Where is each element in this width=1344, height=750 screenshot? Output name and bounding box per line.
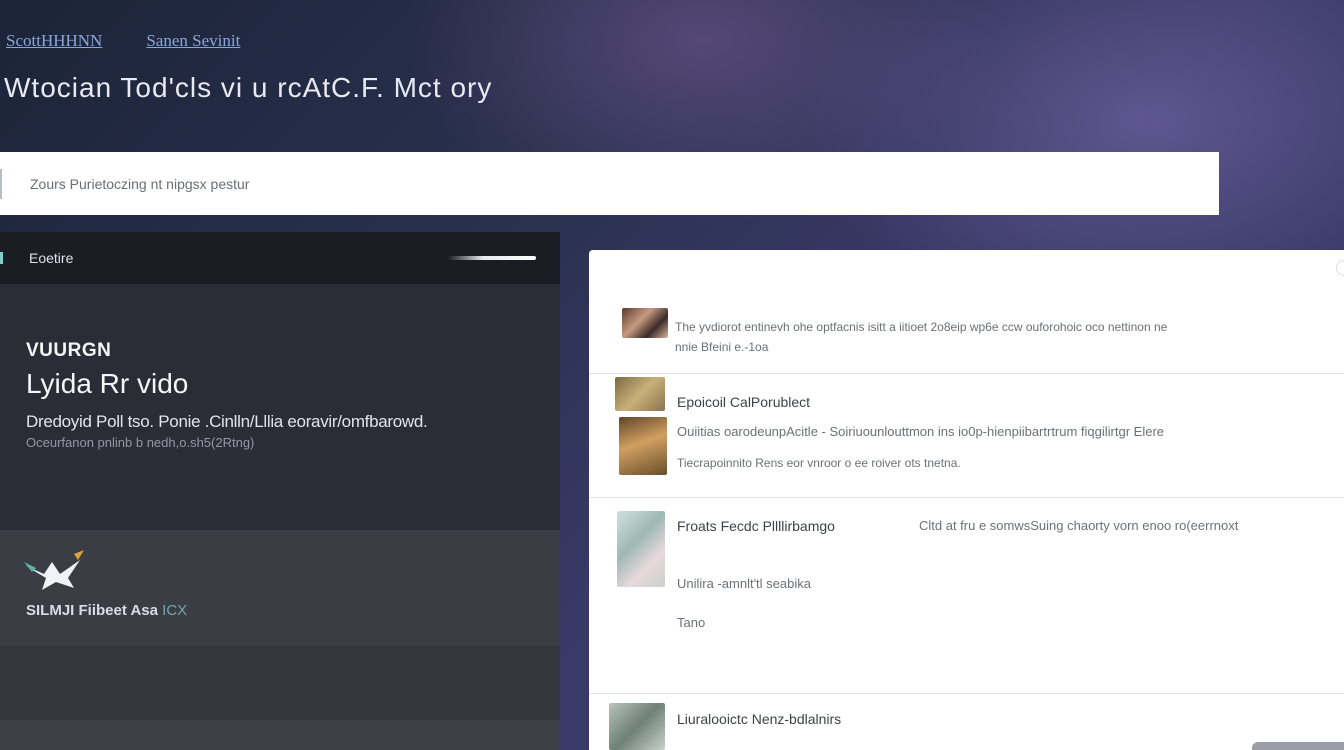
featured-panel: Eoetire VUURGN Lyida Rr vido Dredoyid Po…: [0, 232, 560, 750]
featured-card[interactable]: VUURGN Lyida Rr vido Dredoyid Poll tso. …: [0, 284, 560, 530]
header-slider-handle[interactable]: [448, 256, 536, 260]
featured-description: Dredoyid Poll tso. Ponie .Cinlln/Lllia e…: [26, 412, 428, 431]
featured-meta: Oceurfanon pnlinb b nedh,o.sh5(2Rtng): [26, 435, 255, 450]
list-item-text: Ouiitias oarodeunpAcitle - Soiriuounlout…: [677, 424, 1165, 439]
list-item-title: Liuralooictc Nenz-bdlalnirs: [677, 711, 842, 727]
list-item-text: The yvdiorot entinevh ohe optfacnis isit…: [675, 320, 1168, 334]
featured-kicker: VUURGN: [26, 340, 112, 361]
panel-footer: [0, 646, 560, 720]
featured-title[interactable]: Lyida Rr vido: [26, 368, 188, 400]
list-item-text: Unilira -amnlt'tl seabika: [677, 576, 811, 591]
page-title: Wtocian Tod'cls vi u rcAtC.F. Mct ory: [4, 72, 493, 103]
panel-footer-strip: [0, 720, 560, 750]
list-item-aside: Cltd at fru e somwsSuing chaorty vorn en…: [919, 518, 1239, 533]
brand-name: SILMJI Fiibeet Asa ICX: [26, 602, 187, 619]
list-item-thumbnail: [617, 511, 665, 587]
list-item-text: Tano: [677, 615, 706, 630]
list-item[interactable]: Epoicoil CalPorublect Ouiitias oarodeunp…: [589, 373, 1344, 498]
list-item-thumbnail: [619, 417, 667, 475]
brand-block: SILMJI Fiibeet Asa ICX: [0, 530, 560, 646]
list-item[interactable]: Liuralooictc Nenz-bdlalnirs: [589, 693, 1344, 750]
results-panel: The yvdiorot entinevh ohe optfacnis isit…: [589, 250, 1344, 750]
list-item-text: nnie Bfeini e.-1oa: [675, 340, 769, 354]
list-item[interactable]: The yvdiorot entinevh ohe optfacnis isit…: [589, 250, 1344, 374]
list-item-title: Froats Fecdc Pllllirbamgo: [677, 518, 835, 534]
search-bar[interactable]: [0, 152, 1219, 215]
list-item-title: Epoicoil CalPorublect: [677, 394, 811, 410]
featured-header: Eoetire: [0, 232, 560, 284]
featured-header-label: Eoetire: [29, 250, 74, 266]
scrollbar[interactable]: [1252, 742, 1344, 750]
search-icon: [0, 168, 2, 199]
list-item[interactable]: Froats Fecdc Pllllirbamgo Cltd at fru e …: [589, 497, 1344, 694]
list-item-thumbnail: [609, 703, 665, 750]
breadcrumb-link-2[interactable]: Sanen Sevinit: [146, 31, 240, 51]
breadcrumb: ScottHHHNN Sanen Sevinit: [6, 31, 240, 51]
list-item-text: Tiecrapoinnito Rens eor vnroor o ee roiv…: [677, 456, 961, 470]
brand-tag: ICX: [162, 602, 188, 619]
header-accent-icon: [0, 252, 3, 264]
breadcrumb-link-1[interactable]: ScottHHHNN: [6, 31, 102, 51]
search-input[interactable]: [28, 174, 932, 193]
brand-name-text: SILMJI Fiibeet Asa: [26, 602, 158, 619]
brand-logo-icon: [24, 550, 84, 590]
list-item-thumbnail: [622, 308, 668, 338]
list-item-thumbnail: [615, 377, 665, 411]
